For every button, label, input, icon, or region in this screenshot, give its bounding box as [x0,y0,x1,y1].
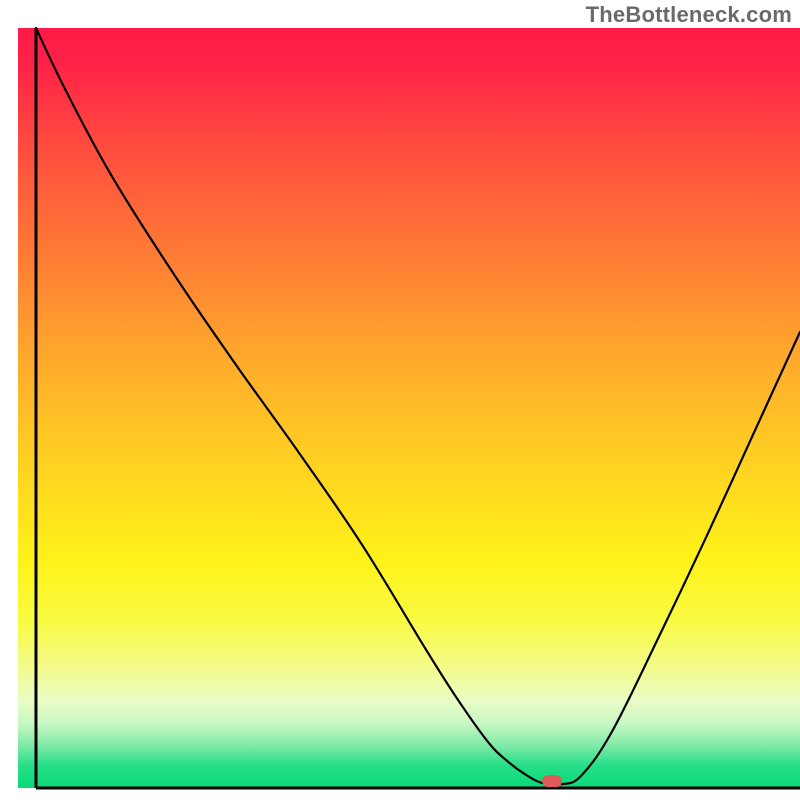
chart-container: TheBottleneck.com [0,0,800,800]
watermark-text: TheBottleneck.com [586,2,792,28]
gradient-background [18,28,800,788]
optimal-point [542,775,562,787]
bottleneck-chart [0,0,800,800]
